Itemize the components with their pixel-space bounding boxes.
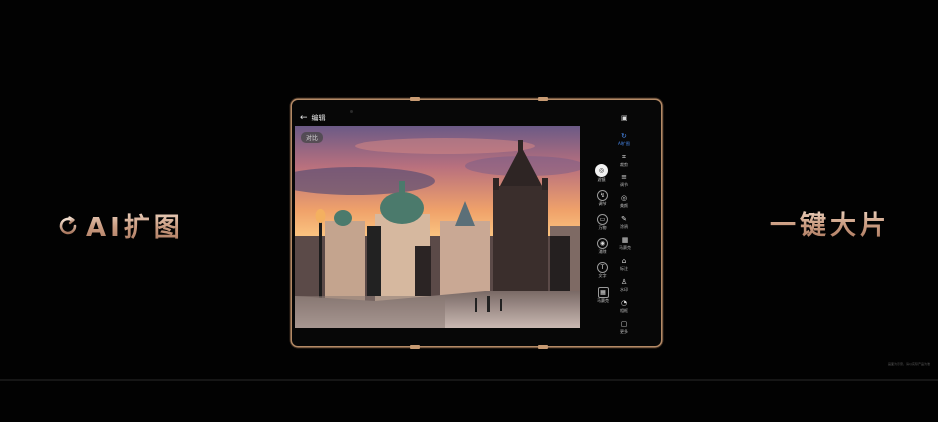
tool-label: 马赛克 [597, 298, 609, 303]
frame-icon: ◔ [620, 299, 628, 307]
refresh-ai-icon [59, 215, 77, 234]
tool-label: 消除 [598, 249, 607, 254]
watermark-label: 水印 [620, 287, 628, 292]
beauty-label: 美颜 [620, 203, 628, 208]
tag-button[interactable]: ⌂ 标注 [620, 258, 628, 272]
tool-label: 滤镜 [597, 177, 606, 182]
more-icon: ▢ [620, 320, 628, 328]
more-label: 更多 [620, 329, 628, 334]
adjust-icon: ↯ [597, 190, 608, 201]
brush-icon: ✎ [621, 215, 627, 223]
hinge-mark [538, 345, 548, 349]
arrow-left-icon[interactable]: ← [300, 114, 308, 123]
ai-expand-icon: ↻ [621, 132, 627, 140]
page-title: 编辑 [311, 114, 326, 122]
mosaic-button[interactable]: ▦ 马赛克 [619, 237, 631, 251]
tool-filter[interactable]: ◎ 滤镜 [595, 164, 608, 183]
watermark-button[interactable]: ♙ 水印 [620, 279, 628, 293]
frame-button[interactable]: ◔ 相框 [620, 300, 628, 314]
text-icon: T [597, 262, 608, 273]
beauty-button[interactable]: ◎ 美颜 [620, 195, 628, 209]
tool-label: 万物 [598, 225, 607, 230]
image-icon: ▭ [597, 214, 608, 225]
ai-expand-label: AI扩图 [618, 141, 630, 146]
hinge-mark [410, 97, 420, 101]
mosaic-icon: ▦ [621, 236, 629, 244]
prague-photo [295, 126, 580, 328]
app-topbar: ← 编辑 [300, 113, 326, 123]
tool-adjust[interactable]: ↯ 调节 [597, 190, 608, 207]
mosaic-label: 马赛克 [619, 245, 631, 250]
crop-icon: ⌗ [622, 153, 626, 161]
camera-hole [350, 110, 353, 113]
save-icon: ▣ [621, 114, 628, 122]
tool-erase[interactable]: ◉ 消除 [597, 238, 608, 255]
crop-label: 裁剪 [620, 162, 628, 167]
feature-title-left: AI扩图 [56, 207, 184, 244]
bottom-divider [0, 379, 938, 381]
eye-icon: ◉ [597, 238, 608, 249]
tool-mosaic[interactable]: ▦ 马赛克 [597, 287, 609, 304]
crop-button[interactable]: ⌗ 裁剪 [620, 154, 628, 168]
feature-title-right: 一键大片 [770, 205, 890, 242]
brush-button[interactable]: ✎ 涂鸦 [620, 216, 628, 230]
photo-canvas[interactable]: 对比 [295, 126, 580, 328]
beauty-icon: ◎ [620, 194, 628, 202]
adjust-button[interactable]: ≡ 调节 [620, 174, 628, 188]
adjust-label: 调节 [620, 182, 628, 187]
tool-label: 文字 [598, 273, 607, 278]
adjust-icon: ≡ [621, 173, 627, 181]
save-button[interactable]: ▣ [621, 115, 628, 122]
frame-label: 相框 [620, 308, 628, 313]
more-button[interactable]: ▢ 更多 [620, 321, 628, 335]
ai-expand-button[interactable]: ↻ AI扩图 [618, 133, 630, 147]
hinge-mark [410, 345, 420, 349]
tag-label: 标注 [620, 266, 628, 271]
compare-button[interactable]: 对比 [301, 132, 324, 143]
tool-label: 调节 [598, 201, 607, 206]
circle-filter-icon: ◎ [595, 164, 608, 177]
brush-label: 涂鸦 [620, 224, 628, 229]
tool-wanwu[interactable]: ▭ 万物 [597, 214, 608, 231]
grid-icon: ▦ [597, 287, 609, 298]
watermark-icon: ♙ [620, 278, 628, 286]
tool-text[interactable]: T 文字 [597, 262, 608, 279]
tablet-device: ← 编辑 对比 ◎ 滤镜 ↯ 调节 ▭ 万物 ◉ 消除 T 文字 ▦ 马赛克 ▣… [292, 97, 661, 349]
disclaimer-caption: 画面为示意，请以实际产品为准 [887, 362, 930, 366]
hinge-mark [538, 97, 548, 101]
feature-title-left-text: AI扩图 [86, 213, 184, 243]
tag-icon: ⌂ [621, 257, 627, 265]
